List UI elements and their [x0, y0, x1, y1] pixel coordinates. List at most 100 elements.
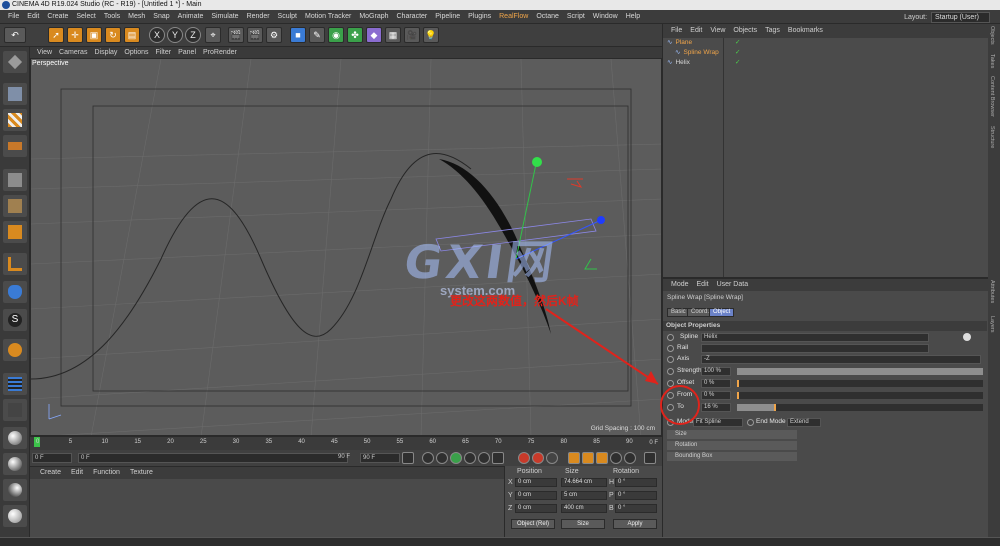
- paint-tool-button[interactable]: [3, 399, 27, 421]
- max-frame-field[interactable]: 90 F: [360, 453, 400, 463]
- array-icon[interactable]: ✤: [347, 27, 363, 43]
- material-preview-2[interactable]: [3, 453, 27, 475]
- menu-tools[interactable]: Tools: [104, 10, 120, 24]
- menu-select[interactable]: Select: [76, 10, 95, 24]
- undo-button[interactable]: ↶: [4, 27, 26, 43]
- next-frame-icon[interactable]: [464, 452, 476, 464]
- coordinate-system-icon[interactable]: ⌖: [205, 27, 221, 43]
- viewport-menu-display[interactable]: Display: [94, 47, 117, 58]
- position-field[interactable]: 0 cm: [515, 504, 557, 513]
- menu-edit[interactable]: Edit: [27, 10, 39, 24]
- object-menu-file[interactable]: File: [671, 24, 682, 38]
- group-bounding-box[interactable]: Bounding Box: [667, 452, 797, 461]
- rotation-field[interactable]: 0 °: [615, 491, 657, 500]
- menu-plugins[interactable]: Plugins: [468, 10, 491, 24]
- attribute-menu-user-data[interactable]: User Data: [717, 279, 749, 291]
- to-slider[interactable]: [737, 404, 983, 411]
- size-field[interactable]: 400 cm: [561, 504, 607, 513]
- scale-tool-icon[interactable]: ▣: [86, 27, 102, 43]
- rotation-field[interactable]: 0 °: [615, 478, 657, 487]
- viewport-menu-view[interactable]: View: [37, 47, 52, 58]
- workplane-lock-button[interactable]: [3, 373, 27, 395]
- layout-dropdown[interactable]: Startup (User): [931, 11, 990, 23]
- visibility-check-icon[interactable]: ✓: [735, 58, 740, 68]
- timeline-ruler[interactable]: 0 5 10 15 20 25 30 35 40 45 50 55 60 65 70 75 80 85 90 0 F: [30, 436, 662, 450]
- light-icon[interactable]: 💡: [423, 27, 439, 43]
- viewport-menu-options[interactable]: Options: [124, 47, 148, 58]
- menu-motion-tracker[interactable]: Motion Tracker: [305, 10, 351, 24]
- right-tab-takes[interactable]: Takes: [989, 54, 995, 68]
- menu-script[interactable]: Script: [567, 10, 585, 24]
- spline-keyframe-dot[interactable]: [667, 334, 674, 341]
- play-icon[interactable]: [450, 452, 462, 464]
- object-menu-edit[interactable]: Edit: [690, 24, 702, 38]
- axis-mode-button[interactable]: [3, 253, 27, 275]
- menu-file[interactable]: File: [8, 10, 19, 24]
- spline-link-field[interactable]: Helix: [701, 333, 929, 342]
- next-key-icon[interactable]: [478, 452, 490, 464]
- menu-render[interactable]: Render: [247, 10, 270, 24]
- polygons-mode-button[interactable]: [3, 221, 27, 243]
- object-menu-view[interactable]: View: [710, 24, 725, 38]
- coord-mode-dropdown[interactable]: Object (Rel): [511, 519, 555, 529]
- z-axis-lock-icon[interactable]: Z: [185, 27, 201, 43]
- frame-range-slider[interactable]: 0 F: [78, 453, 348, 463]
- x-axis-lock-icon[interactable]: X: [149, 27, 165, 43]
- menu-realflow[interactable]: RealFlow: [499, 10, 528, 24]
- viewport-menu-prorender[interactable]: ProRender: [203, 47, 237, 58]
- right-tab-objects[interactable]: Objects: [989, 26, 995, 45]
- menu-mesh[interactable]: Mesh: [128, 10, 145, 24]
- offset-field[interactable]: 0 %: [701, 379, 731, 388]
- parameter-key-icon[interactable]: [610, 452, 622, 464]
- pen-spline-icon[interactable]: ✎: [309, 27, 325, 43]
- go-to-start-icon[interactable]: [402, 452, 414, 464]
- attribute-menu-edit[interactable]: Edit: [697, 279, 709, 291]
- magnet-tool-button[interactable]: [3, 339, 27, 361]
- snapping-button[interactable]: S: [3, 309, 27, 331]
- z-axis-knob[interactable]: [597, 216, 605, 224]
- from-field[interactable]: 0 %: [701, 391, 731, 400]
- offset-slider[interactable]: [737, 380, 983, 387]
- material-preview-4[interactable]: [3, 505, 27, 527]
- right-tab-structure[interactable]: Structure: [989, 126, 995, 148]
- rotate-tool-icon[interactable]: ↻: [105, 27, 121, 43]
- edges-mode-button[interactable]: [3, 195, 27, 217]
- menu-create[interactable]: Create: [47, 10, 68, 24]
- size-mode-dropdown[interactable]: Size: [561, 519, 605, 529]
- position-field[interactable]: 0 cm: [515, 491, 557, 500]
- right-tab-attributes[interactable]: Attributes: [989, 280, 995, 303]
- strength-keyframe-dot[interactable]: [667, 368, 674, 375]
- bend-deformer-icon[interactable]: ◆: [366, 27, 382, 43]
- rotation-field[interactable]: 0 °: [615, 504, 657, 513]
- render-view-icon[interactable]: 🎬: [228, 27, 244, 43]
- menu-sculpt[interactable]: Sculpt: [278, 10, 297, 24]
- scale-key-icon[interactable]: [582, 452, 594, 464]
- material-menu-create[interactable]: Create: [40, 467, 61, 479]
- right-tab-layers[interactable]: Layers: [989, 316, 995, 333]
- menu-window[interactable]: Window: [593, 10, 618, 24]
- object-menu-tags[interactable]: Tags: [765, 24, 780, 38]
- live-selection-tool-icon[interactable]: ➚: [48, 27, 64, 43]
- keyframe-selection-icon[interactable]: [546, 452, 558, 464]
- menu-octane[interactable]: Octane: [536, 10, 559, 24]
- size-field[interactable]: 5 cm: [561, 491, 607, 500]
- model-mode-button[interactable]: [3, 83, 27, 105]
- points-mode-button[interactable]: [3, 169, 27, 191]
- texture-mode-button[interactable]: [3, 109, 27, 131]
- tweak-mode-button[interactable]: [3, 281, 27, 303]
- end-mode-dropdown[interactable]: Extend: [787, 418, 821, 427]
- strength-slider[interactable]: [737, 368, 983, 375]
- cube-primitive-icon[interactable]: ■: [290, 27, 306, 43]
- tab-object[interactable]: Object: [709, 308, 735, 317]
- current-frame-field[interactable]: 0 F: [32, 453, 72, 463]
- menu-character[interactable]: Character: [397, 10, 428, 24]
- from-slider[interactable]: [737, 392, 983, 399]
- record-keys-icon[interactable]: [518, 452, 530, 464]
- render-settings-icon[interactable]: ⚙: [266, 27, 282, 43]
- menu-simulate[interactable]: Simulate: [211, 10, 238, 24]
- rail-keyframe-dot[interactable]: [667, 345, 674, 352]
- visibility-check-icon[interactable]: ✓: [735, 38, 740, 48]
- mode-dropdown[interactable]: Fit Spline: [693, 418, 743, 427]
- object-row[interactable]: ∿ Spline Wrap ✓: [675, 48, 740, 58]
- to-field[interactable]: 16 %: [701, 403, 731, 412]
